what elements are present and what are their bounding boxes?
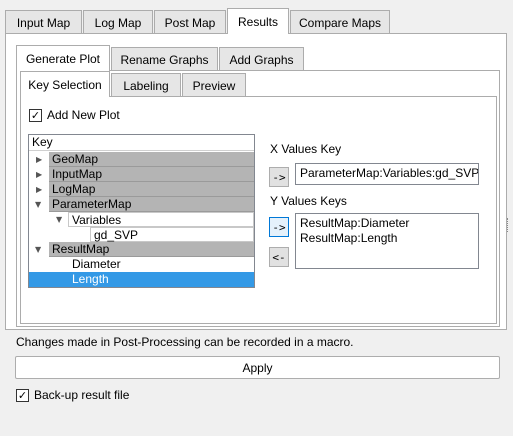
tree-item-inputmap[interactable]: InputMap <box>49 167 254 182</box>
tree-item-geomap[interactable]: GeoMap <box>49 152 254 167</box>
collapse-arrow-icon[interactable]: ▼ <box>35 197 41 212</box>
backup-result-label: Back-up result file <box>34 388 130 402</box>
tree-item-logmap[interactable]: LogMap <box>49 182 254 197</box>
tab-labeling[interactable]: Labeling <box>111 73 181 97</box>
tab-post-map[interactable]: Post Map <box>154 10 226 34</box>
list-item[interactable]: ResultMap:Length <box>300 231 474 246</box>
x-values-key-field[interactable]: ParameterMap:Variables:gd_SVP <box>295 163 479 185</box>
tree-item-length[interactable]: Length <box>29 272 254 287</box>
tab-rename-graphs[interactable]: Rename Graphs <box>111 47 218 71</box>
tab-input-map[interactable]: Input Map <box>5 10 82 34</box>
tab-results[interactable]: Results <box>227 8 289 34</box>
macro-info-text: Changes made in Post-Processing can be r… <box>16 335 354 349</box>
x-values-key-label: X Values Key <box>270 142 342 156</box>
add-new-plot-checkbox[interactable]: ✓ <box>29 109 42 122</box>
tree-item-parametermap[interactable]: ParameterMap <box>49 197 254 212</box>
add-y-key-button[interactable]: -> <box>269 217 289 237</box>
add-new-plot-label: Add New Plot <box>47 108 120 122</box>
tab-compare-maps[interactable]: Compare Maps <box>290 10 390 34</box>
expand-arrow-icon[interactable]: ▶ <box>36 167 42 182</box>
apply-button[interactable]: Apply <box>15 356 500 379</box>
tree-item-diameter[interactable]: Diameter <box>69 257 254 272</box>
tab-preview[interactable]: Preview <box>182 73 246 97</box>
tree-item-gd-svp[interactable]: gd_SVP <box>90 227 254 242</box>
tab-log-map[interactable]: Log Map <box>83 10 153 34</box>
key-tree[interactable]: Key ▶ GeoMap ▶ InputMap ▶ LogMap ▼ Param… <box>28 134 255 288</box>
tab-generate-plot[interactable]: Generate Plot <box>16 45 110 71</box>
collapse-arrow-icon[interactable]: ▼ <box>56 212 62 227</box>
list-item[interactable]: ResultMap:Diameter <box>300 216 474 231</box>
remove-y-key-button[interactable]: <- <box>269 247 289 267</box>
tree-item-variables[interactable]: Variables <box>68 212 254 227</box>
y-values-keys-list[interactable]: ResultMap:Diameter ResultMap:Length <box>295 213 479 269</box>
tree-header-key: Key <box>29 135 254 151</box>
tab-add-graphs[interactable]: Add Graphs <box>219 47 304 71</box>
y-values-keys-label: Y Values Keys <box>270 194 347 208</box>
set-x-key-button[interactable]: -> <box>269 167 289 187</box>
backup-result-checkbox[interactable]: ✓ <box>16 389 29 402</box>
tree-item-resultmap[interactable]: ResultMap <box>49 242 254 257</box>
expand-arrow-icon[interactable]: ▶ <box>36 152 42 167</box>
collapse-arrow-icon[interactable]: ▼ <box>35 242 41 257</box>
splitter-handle[interactable] <box>507 218 510 232</box>
tab-key-selection[interactable]: Key Selection <box>20 71 110 97</box>
expand-arrow-icon[interactable]: ▶ <box>36 182 42 197</box>
